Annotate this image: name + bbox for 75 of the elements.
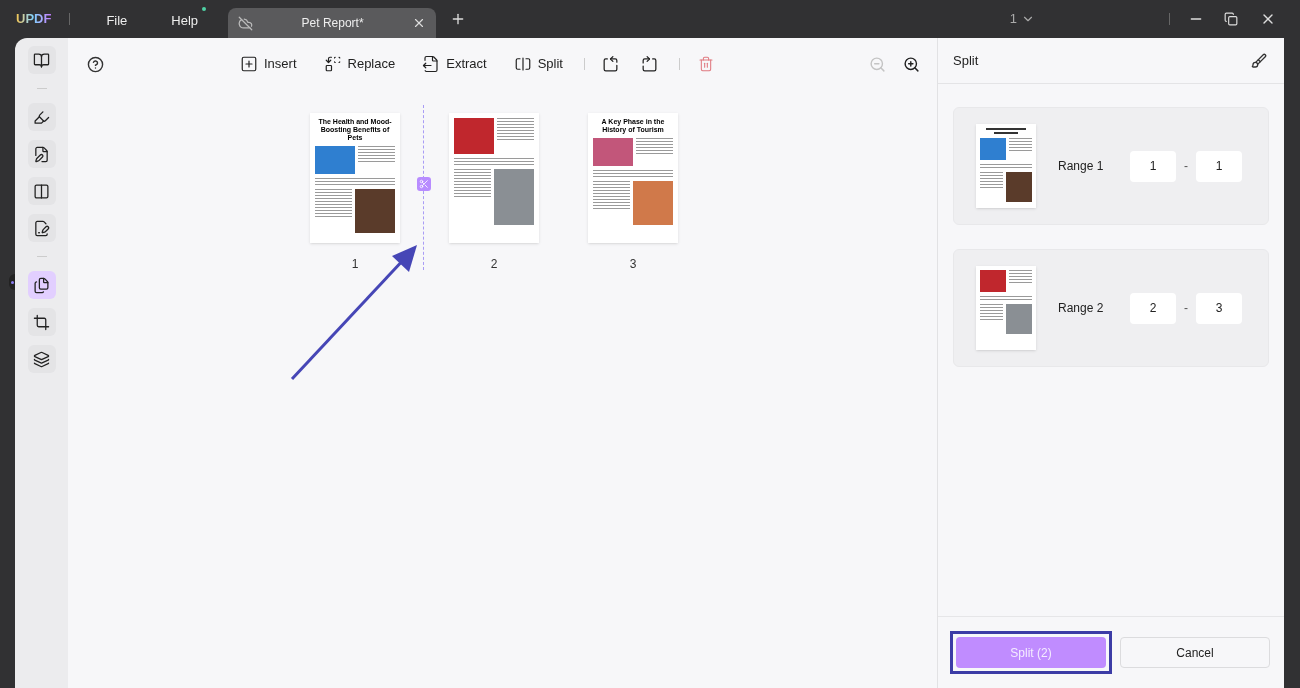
columns-icon xyxy=(33,182,50,200)
page-number: 2 xyxy=(490,256,498,273)
text-lines-drawing xyxy=(593,181,630,209)
range-end-field[interactable]: 3 xyxy=(1196,292,1242,324)
toolbar-button[interactable]: Replace xyxy=(323,54,396,74)
text-lines-drawing xyxy=(980,172,1003,188)
scissors-icon xyxy=(419,179,429,189)
range-start-field[interactable]: 1 xyxy=(1130,150,1176,182)
zoom-in-icon[interactable] xyxy=(903,55,920,73)
signature-document-icon xyxy=(33,219,50,237)
tool-button[interactable] xyxy=(27,103,56,131)
range-separator: - xyxy=(1183,158,1189,175)
photo-placeholder xyxy=(355,189,395,233)
swap-icon xyxy=(323,55,342,73)
tool-button[interactable] xyxy=(27,271,56,299)
photo-placeholder xyxy=(980,270,1006,292)
tool-button[interactable] xyxy=(27,140,56,168)
cloud-off-icon xyxy=(238,15,254,31)
highlighter-icon xyxy=(33,108,50,126)
cancel-button[interactable]: Cancel xyxy=(1120,637,1270,668)
range-label: Range 2 xyxy=(1058,300,1105,317)
text-lines-drawing xyxy=(358,146,395,162)
toolbar-button[interactable]: Insert xyxy=(240,54,297,74)
document-tab[interactable]: Pet Report* xyxy=(228,8,437,38)
photo-placeholder xyxy=(315,146,355,174)
layers-icon xyxy=(33,350,50,368)
tool-button[interactable] xyxy=(27,345,56,373)
brush-icon[interactable] xyxy=(1251,52,1267,69)
text-lines-drawing xyxy=(980,296,1032,300)
text-lines-drawing xyxy=(1009,270,1032,283)
tool-button[interactable] xyxy=(27,177,56,205)
photo-placeholder xyxy=(494,169,534,225)
menu-item[interactable]: Help xyxy=(171,7,207,31)
tool-button[interactable] xyxy=(27,46,56,74)
text-lines-drawing xyxy=(454,169,491,197)
text-lines-drawing xyxy=(980,304,1003,320)
page-number: 1 xyxy=(351,256,359,273)
photo-placeholder xyxy=(1006,172,1032,202)
range-label: Range 1 xyxy=(1058,158,1105,175)
range-separator: - xyxy=(1183,300,1189,317)
panel-title: Split xyxy=(953,51,980,70)
tab-title: Pet Report* xyxy=(300,15,365,32)
crop-icon xyxy=(33,313,50,331)
pen-document-icon xyxy=(33,145,50,163)
range-start-field[interactable]: 2 xyxy=(1130,292,1176,324)
photo-placeholder xyxy=(454,118,494,154)
delete-icon[interactable] xyxy=(698,56,714,72)
pages-icon xyxy=(33,276,50,294)
restore-icon[interactable] xyxy=(1224,12,1238,26)
range-end-field[interactable]: 1 xyxy=(1196,150,1242,182)
photo-placeholder xyxy=(1006,304,1032,334)
help-icon[interactable] xyxy=(87,55,104,73)
page-indicator[interactable]: 1 xyxy=(1009,9,1017,29)
photo-placeholder xyxy=(633,181,673,225)
toolbar-button[interactable]: Extract xyxy=(422,54,487,74)
text-lines-drawing xyxy=(497,118,534,140)
text-lines-drawing xyxy=(1009,138,1032,151)
text-lines-drawing xyxy=(980,164,1032,168)
rotate-left-icon[interactable] xyxy=(601,54,620,74)
photo-placeholder xyxy=(980,138,1006,160)
text-lines-drawing xyxy=(315,189,352,217)
photo-placeholder xyxy=(593,138,633,166)
rail-handle[interactable] xyxy=(9,274,15,290)
book-icon xyxy=(33,51,50,69)
heading-lines-drawing xyxy=(986,128,1026,134)
text-lines-drawing xyxy=(636,138,673,154)
export-icon xyxy=(422,55,441,73)
tool-button[interactable] xyxy=(27,214,56,242)
split-icon xyxy=(513,55,532,73)
rotate-right-icon[interactable] xyxy=(640,54,659,74)
page-number: 3 xyxy=(629,256,637,273)
plus-square-icon xyxy=(240,55,258,73)
toolbar-button[interactable]: Split xyxy=(513,54,563,74)
tool-button[interactable] xyxy=(27,308,56,336)
menu-item[interactable]: File xyxy=(106,7,136,31)
